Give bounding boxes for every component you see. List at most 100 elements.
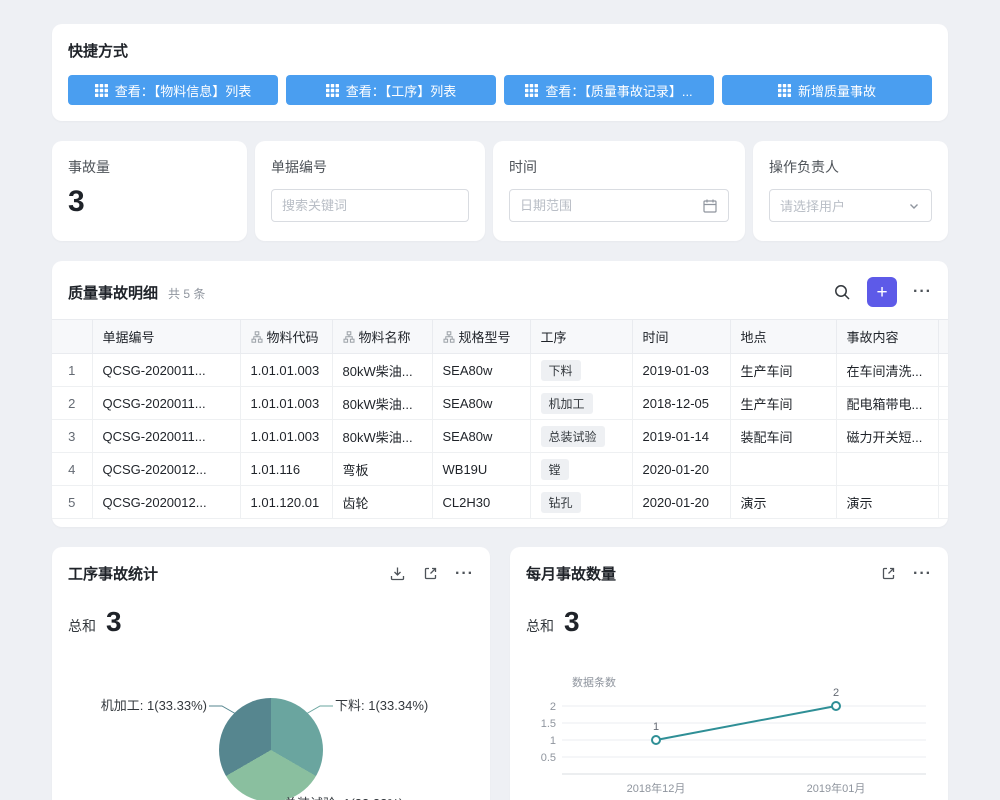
date-range-field[interactable] [509,189,729,222]
pie-label-blanking: 下料: 1(33.34%) [335,698,428,714]
cell-material-code: 1.01.116 [240,453,332,486]
data-point[interactable] [832,702,840,710]
sum-label: 总和 [68,616,96,636]
cell-material-name: 弯板 [332,453,432,486]
column-header-label: 物料代码 [267,330,319,345]
stat-label: 事故量 [68,157,231,177]
x-tick-label: 2019年01月 [807,781,866,795]
grid-icon [326,84,339,97]
more-icon[interactable]: ··· [913,283,932,301]
grid-icon [525,84,538,97]
row-index: 1 [52,354,92,387]
filter-label-doc-no: 单据编号 [271,157,469,177]
cell-place [730,453,836,486]
table-row[interactable]: 4QCSG-2020012...1.01.116弯板WB19U镗2020-01-… [52,453,948,486]
user-select[interactable]: 请选择用户 [769,189,932,222]
shortcut-button-1[interactable]: 查看：【工序】列表 [286,75,496,105]
table-row[interactable]: 1QCSG-2020011...1.01.01.00380kW柴油...SEA8… [52,354,948,387]
cell-material-name: 80kW柴油... [332,420,432,453]
table-row[interactable]: 3QCSG-2020011...1.01.01.00380kW柴油...SEA8… [52,420,948,453]
pie-label-machining: 机加工: 1(33.33%) [101,698,207,714]
y-tick-label: 2 [550,701,556,713]
cell-process: 机加工 [530,387,632,420]
shortcut-button-3[interactable]: 新增质量事故 [722,75,932,105]
cell-operator [938,354,948,387]
download-button[interactable] [389,565,406,582]
expand-button[interactable] [880,565,897,582]
shortcut-buttons: 查看：【物料信息】列表 查看：【工序】列表 查看：【质量事故记录】... 新增质量事故 [68,75,932,105]
search-button[interactable] [833,283,851,301]
process-tag: 总装试验 [541,426,605,447]
cell-material-code: 1.01.120.01 [240,486,332,519]
cell-material-code: 1.01.01.003 [240,387,332,420]
doc-no-search-input[interactable] [282,198,458,213]
table-row[interactable]: 2QCSG-2020011...1.01.01.00380kW柴油...SEA8… [52,387,948,420]
column-header-label: 工序 [541,330,567,345]
cell-doc-no: QCSG-2020012... [92,453,240,486]
monthly-chart-title: 每月事故数量 [526,563,616,584]
cell-operator [938,420,948,453]
pie-graphic[interactable] [219,698,323,800]
cell-spec: SEA80w [432,354,530,387]
cell-place: 装配车间 [730,420,836,453]
cell-content: 磁力开关短... [836,420,938,453]
column-header: 操作负责人 [938,320,948,354]
calendar-icon[interactable] [702,198,718,214]
dashboard-page: 快捷方式 查看：【物料信息】列表 查看：【工序】列表 查看：【质量事故记录】... 新… [0,0,1000,800]
filter-card-time: 时间 [493,141,745,241]
table-header-row: 单据编号物料代码物料名称规格型号工序时间地点事故内容操作负责人 [52,320,948,354]
user-select-placeholder: 请选择用户 [780,196,901,215]
table-count: 共 5 条 [168,285,205,302]
shortcuts-title: 快捷方式 [68,40,932,61]
column-header-label: 物料名称 [359,330,411,345]
cell-content: 演示 [836,486,938,519]
cell-content: 在车间清洗... [836,354,938,387]
cell-place: 演示 [730,486,836,519]
cell-spec: CL2H30 [432,486,530,519]
filter-label-time: 时间 [509,157,729,177]
cell-process: 镗 [530,453,632,486]
shortcuts-card: 快捷方式 查看：【物料信息】列表 查看：【工序】列表 查看：【质量事故记录】... 新… [52,24,948,121]
line-chart[interactable]: 数据条数21.510.52018年12月2019年01月12时间（月） [526,670,932,800]
detail-table-card: 质量事故明细 共 5 条 + ··· 单据编号物料代码物料名称规格型号工序时间地… [52,261,948,527]
shortcut-button-label: 查看：【物料信息】列表 [115,81,252,100]
cell-operator [938,387,948,420]
charts-row: 工序事故统计 ··· 总和 3 机加工: 1(33.33%) [52,547,948,800]
cell-operator [938,486,948,519]
cell-material-name: 80kW柴油... [332,354,432,387]
y-axis-name: 数据条数 [572,675,616,689]
row-index: 5 [52,486,92,519]
row-index: 2 [52,387,92,420]
x-tick-label: 2018年12月 [627,781,686,795]
cell-place: 生产车间 [730,354,836,387]
shortcut-button-label: 查看：【工序】列表 [346,81,457,100]
doc-no-search-field[interactable] [271,189,469,222]
download-icon [389,565,406,582]
table-row[interactable]: 5QCSG-2020012...1.01.120.01齿轮CL2H30钻孔202… [52,486,948,519]
sum-label: 总和 [526,616,554,636]
column-header-label: 时间 [643,330,669,345]
cell-spec: SEA80w [432,387,530,420]
cell-doc-no: QCSG-2020011... [92,420,240,453]
column-header: 物料名称 [332,320,432,354]
column-header-label: 规格型号 [459,330,511,345]
process-tag: 钻孔 [541,492,581,513]
shortcut-button-2[interactable]: 查看：【质量事故记录】... [504,75,714,105]
add-record-button[interactable]: + [867,277,897,307]
more-icon[interactable]: ··· [455,565,474,583]
shortcut-button-0[interactable]: 查看：【物料信息】列表 [68,75,278,105]
monthly-chart-card: 每月事故数量 ··· 总和 3 数据条数21.510.52018年12月2019… [510,547,948,800]
data-point-label: 2 [833,687,839,699]
table-scroll-area[interactable]: 单据编号物料代码物料名称规格型号工序时间地点事故内容操作负责人 1QCSG-20… [52,319,948,519]
column-header-label: 事故内容 [847,330,899,345]
cell-time: 2020-01-20 [632,453,730,486]
expand-button[interactable] [422,565,439,582]
row-index: 4 [52,453,92,486]
more-icon[interactable]: ··· [913,565,932,583]
date-range-input[interactable] [520,198,696,213]
stat-value: 3 [68,185,231,219]
column-header: 物料代码 [240,320,332,354]
data-point[interactable] [652,736,660,744]
chevron-down-icon[interactable] [907,199,921,213]
cell-time: 2019-01-03 [632,354,730,387]
